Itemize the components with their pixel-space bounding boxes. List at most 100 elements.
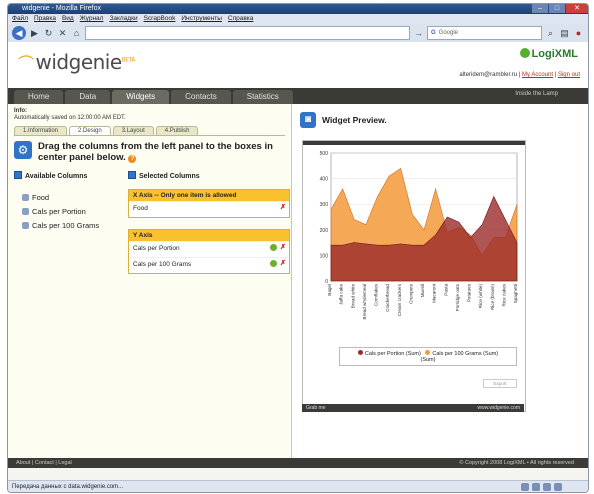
logixml-icon bbox=[519, 48, 530, 58]
available-columns-header: Available Columns bbox=[14, 171, 87, 180]
remove-icon[interactable]: ✗ bbox=[280, 204, 286, 211]
menu-file[interactable]: Файл bbox=[12, 14, 28, 24]
x-tick-label: Cornflakes bbox=[374, 283, 379, 306]
columns-area: Available Columns Food Cals per Portion … bbox=[8, 163, 291, 433]
column-icon bbox=[22, 194, 29, 201]
tab-contacts[interactable]: Contacts bbox=[171, 90, 231, 104]
remove-icon[interactable]: ✗ bbox=[280, 244, 286, 251]
y-tick-label: 200 bbox=[320, 228, 329, 234]
y-tick-label: 400 bbox=[320, 177, 329, 183]
title-bar: widgenie - Mozilla Firefox – □ ✕ bbox=[8, 4, 588, 14]
stop-red-icon[interactable]: ● bbox=[573, 28, 584, 39]
legend-swatch-100g bbox=[425, 350, 431, 355]
main-tabs: Home Data Widgets Contacts Statistics In… bbox=[8, 88, 588, 104]
menu-view[interactable]: Вид bbox=[62, 14, 74, 24]
legend-item: Cals per Portion (Sum) bbox=[364, 351, 421, 357]
preview-title: Widget Preview. bbox=[322, 115, 387, 125]
back-icon[interactable]: ◀ bbox=[12, 26, 26, 40]
addon-icon[interactable] bbox=[521, 483, 529, 491]
grab-me-link[interactable]: Grab me bbox=[306, 404, 325, 412]
x-tick-label: Potatoes bbox=[467, 283, 472, 302]
step-layout[interactable]: 3.Layout bbox=[112, 126, 154, 135]
addon-icon[interactable] bbox=[554, 483, 562, 491]
status-text: Передача данных с data.widgenie.com... bbox=[12, 484, 124, 490]
y-axis-item[interactable]: Cals per 100 Grams ✗ bbox=[129, 257, 289, 273]
available-columns-list: Food Cals per Portion Cals per 100 Grams bbox=[22, 193, 99, 235]
user-email: alteridem@rambler.ru bbox=[459, 72, 518, 78]
home-icon[interactable]: ⌂ bbox=[71, 28, 82, 39]
column-food[interactable]: Food bbox=[22, 193, 99, 202]
minimize-button[interactable]: – bbox=[532, 4, 548, 13]
tab-data[interactable]: Data bbox=[65, 90, 111, 104]
menu-edit[interactable]: Правка bbox=[34, 14, 56, 24]
search-icon[interactable]: ⌕ bbox=[545, 28, 556, 39]
y-tick-label: 300 bbox=[320, 202, 329, 208]
x-axis-item[interactable]: Food ✗ bbox=[129, 201, 289, 217]
x-tick-label: Crumpets bbox=[408, 283, 413, 304]
site-header: ⌒ widgenieBETA LogiXML alteridem@rambler.… bbox=[8, 42, 588, 88]
column-icon bbox=[22, 222, 29, 229]
status-bar: Передача данных с data.widgenie.com... bbox=[8, 480, 588, 492]
footer-links[interactable]: About | Contact | Legal bbox=[16, 458, 72, 468]
widget-preview: 0 100 200 300 400 500 Bagel Jaffa cake Bread whi… bbox=[302, 140, 526, 422]
tab-widgets[interactable]: Widgets bbox=[112, 90, 170, 104]
address-bar[interactable] bbox=[85, 26, 410, 40]
remove-icon[interactable]: ✗ bbox=[280, 260, 286, 267]
inside-the-lamp-link[interactable]: Inside the Lamp bbox=[515, 91, 558, 97]
legend-extra: (Sum) bbox=[420, 357, 436, 363]
check-icon[interactable] bbox=[270, 260, 278, 267]
my-account-link[interactable]: My Account bbox=[522, 72, 553, 78]
x-tick-label: Porridge oats bbox=[455, 283, 460, 311]
editor-panel: Info: Automatically saved on 12:00:00 AM… bbox=[8, 104, 292, 458]
column-cals-per-100-grams[interactable]: Cals per 100 Grams bbox=[22, 221, 99, 230]
tab-home[interactable]: Home bbox=[14, 90, 64, 104]
legend-item: Cals per 100 Grams (Sum) bbox=[432, 351, 499, 357]
camera-icon: ◙ bbox=[300, 112, 316, 128]
step-publish[interactable]: 4.Publish bbox=[155, 126, 199, 135]
reload-icon[interactable]: ↻ bbox=[43, 28, 54, 39]
widgenie-logo[interactable]: ⌒ widgenieBETA bbox=[18, 50, 135, 74]
window-title: widgenie - Mozilla Firefox bbox=[22, 5, 101, 12]
stop-icon[interactable]: ✕ bbox=[57, 28, 68, 39]
go-icon[interactable]: → bbox=[413, 28, 424, 39]
addon-icon[interactable]: ▤ bbox=[559, 28, 570, 39]
x-tick-label: Bread wholemeal bbox=[362, 284, 367, 320]
addon-icon[interactable] bbox=[543, 483, 551, 491]
copyright: © Copyright 2008 LogiXML • All rights re… bbox=[459, 460, 574, 466]
close-button[interactable]: ✕ bbox=[566, 4, 588, 13]
instruction-text: Drag the columns from the left panel to … bbox=[38, 141, 273, 163]
logixml-logo[interactable]: LogiXML bbox=[519, 48, 578, 60]
menu-history[interactable]: Журнал bbox=[80, 14, 104, 24]
menu-tools[interactable]: Инструменты bbox=[181, 14, 222, 24]
x-tick-label: Cream crackers bbox=[397, 283, 402, 316]
check-icon[interactable] bbox=[270, 244, 278, 251]
info-box: Info: Automatically saved on 12:00:00 AM… bbox=[8, 104, 291, 122]
sign-out-link[interactable]: Sign out bbox=[558, 72, 580, 78]
area-chart: 0100200300400500Bagel Jaffa cake Bread whi… bbox=[320, 151, 518, 320]
menu-help[interactable]: Справка bbox=[228, 14, 254, 24]
tab-statistics[interactable]: Statistics bbox=[232, 90, 293, 104]
maximize-button[interactable]: □ bbox=[549, 4, 565, 13]
addon-icon[interactable] bbox=[532, 483, 540, 491]
preview-header: ◙ Widget Preview. bbox=[292, 108, 588, 132]
y-axis-box[interactable]: Y Axis Cals per Portion ✗ Cals per 100 Gr… bbox=[128, 229, 290, 274]
x-tick-label: Crackerbread bbox=[385, 284, 390, 312]
x-tick-label: Muesli bbox=[420, 284, 425, 297]
column-cals-per-portion[interactable]: Cals per Portion bbox=[22, 207, 99, 216]
lamp-icon: ⌒ bbox=[18, 54, 34, 73]
chart-legend: Cals per Portion (Sum) Cals per 100 Gram… bbox=[339, 347, 517, 366]
y-axis-item[interactable]: Cals per Portion ✗ bbox=[129, 241, 289, 257]
help-icon[interactable]: ? bbox=[128, 155, 137, 163]
search-input[interactable]: G Google bbox=[427, 26, 542, 40]
x-tick-label: Rice (white) bbox=[478, 284, 483, 309]
menu-scrapbook[interactable]: ScrapBook bbox=[144, 14, 176, 24]
x-axis-box[interactable]: X Axis -- Only one item is allowed Food ✗ bbox=[128, 189, 290, 218]
x-tick-label: Bagel bbox=[327, 284, 332, 296]
web-page: ⌒ widgenieBETA LogiXML alteridem@rambler.… bbox=[8, 42, 588, 480]
export-button[interactable]: Export bbox=[483, 379, 517, 388]
forward-icon[interactable]: ▶ bbox=[29, 28, 40, 39]
widgenie-link[interactable]: www.widgenie.com bbox=[477, 404, 520, 412]
step-design[interactable]: 2.Design bbox=[69, 126, 111, 135]
menu-bookmarks[interactable]: Закладки bbox=[109, 14, 137, 24]
step-information[interactable]: 1.Information bbox=[14, 126, 68, 135]
